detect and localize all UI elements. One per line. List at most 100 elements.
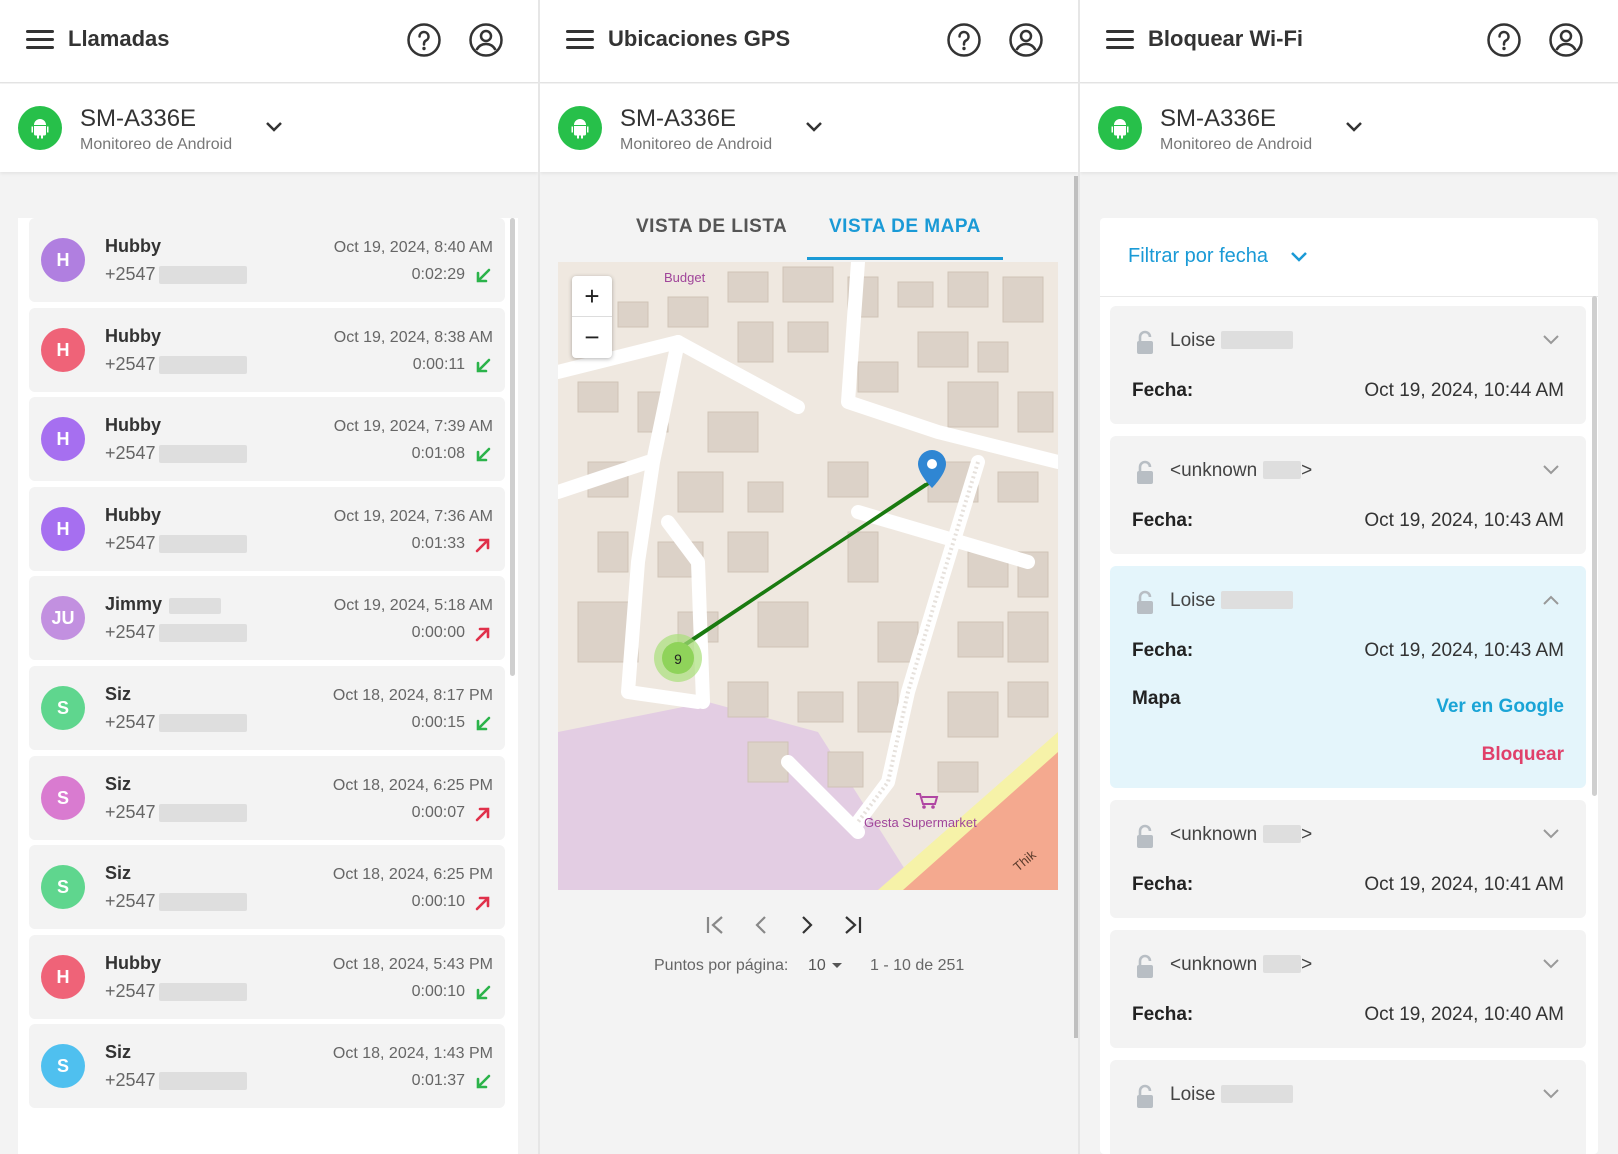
wifi-network-item[interactable]: <unknown > Fecha: Oct 19, 2024, 10:43 AM: [1110, 436, 1586, 554]
call-duration: 0:01:08: [411, 445, 465, 463]
zoom-in-button[interactable]: +: [572, 276, 612, 317]
incoming-call-icon: [476, 358, 491, 372]
avatar: S: [41, 865, 85, 910]
call-row[interactable]: JU Jimmy +2547 Oct 19, 2024, 5:18 AM 0:00:00: [29, 576, 505, 661]
points-per-page-select[interactable]: 10: [808, 957, 844, 975]
device-selector[interactable]: SM-A336E Monitoreo de Android: [0, 84, 538, 172]
map-label-budget: Budget: [664, 270, 706, 285]
call-row[interactable]: S Siz +2547 Oct 18, 2024, 6:25 PM 0:00:10: [29, 845, 505, 930]
chevron-down-icon[interactable]: [1542, 464, 1560, 476]
chevron-down-icon[interactable]: [1542, 1088, 1560, 1100]
call-duration: 0:00:10: [411, 893, 465, 911]
account-icon[interactable]: [1008, 22, 1044, 58]
avatar: H: [41, 327, 85, 372]
account-icon[interactable]: [1548, 22, 1584, 58]
avatar: S: [41, 1044, 85, 1089]
redacted-blur: [159, 624, 247, 643]
tab-list-view[interactable]: VISTA DE LISTA: [636, 216, 787, 238]
help-icon[interactable]: [1486, 22, 1522, 58]
app-bar: Ubicaciones GPS: [540, 0, 1078, 83]
date-label: Fecha:: [1132, 874, 1194, 895]
call-row[interactable]: S Siz +2547 Oct 18, 2024, 8:17 PM 0:00:15: [29, 666, 505, 750]
chevron-down-icon[interactable]: [1344, 120, 1364, 134]
next-page-icon[interactable]: [792, 910, 822, 940]
call-row[interactable]: H Hubby +2547 Oct 19, 2024, 7:36 AM 0:01:33: [29, 486, 505, 571]
call-duration: 0:02:29: [411, 266, 465, 283]
call-date: Oct 18, 2024, 6:25 PM: [332, 866, 493, 884]
contact-name: Hubby: [105, 415, 161, 436]
previous-page-icon[interactable]: [746, 910, 776, 940]
tab-map-view[interactable]: VISTA DE MAPA: [829, 216, 981, 238]
call-duration: 0:01:33: [411, 534, 465, 552]
wifi-network-item[interactable]: Loise Fecha: Oct 19, 2024, 10:43 AM Mapa Ver…: [1110, 566, 1586, 788]
chevron-up-icon[interactable]: [1542, 594, 1560, 606]
network-name: Loise: [1170, 588, 1294, 612]
avatar: H: [41, 954, 85, 999]
call-date: Oct 19, 2024, 7:36 AM: [333, 507, 493, 525]
chevron-down-icon[interactable]: [1542, 828, 1560, 840]
wifi-panel: Bloquear Wi-Fi SM-A336E Monitoreo de And…: [1080, 0, 1618, 1154]
wifi-network-item[interactable]: Loise: [1110, 1060, 1586, 1154]
call-row[interactable]: H Hubby +2547 Oct 18, 2024, 5:43 PM 0:00:10: [29, 934, 505, 1019]
avatar: H: [41, 238, 85, 282]
view-in-google-link[interactable]: Ver en Google: [1436, 696, 1564, 718]
account-icon[interactable]: [468, 22, 504, 58]
call-row[interactable]: S Siz +2547 Oct 18, 2024, 1:43 PM 0:01:37: [29, 1024, 505, 1109]
phone-number: +2547: [105, 891, 156, 912]
help-icon[interactable]: [406, 22, 442, 58]
wifi-network-item[interactable]: <unknown > Fecha: Oct 19, 2024, 10:40 AM: [1110, 930, 1586, 1048]
date-value: Oct 19, 2024, 10:43 AM: [1364, 510, 1564, 531]
first-page-icon[interactable]: [700, 910, 730, 940]
redacted-blur: [1263, 955, 1302, 973]
map-label-supermarket: Gesta Supermarket: [864, 815, 977, 830]
contact-name: Siz: [105, 863, 132, 884]
device-selector[interactable]: SM-A336E Monitoreo de Android: [540, 84, 1078, 172]
incoming-call-icon: [476, 447, 491, 462]
menu-icon[interactable]: [1106, 30, 1134, 52]
android-icon: [1098, 106, 1142, 150]
wifi-network-item[interactable]: Loise Fecha: Oct 19, 2024, 10:44 AM: [1110, 306, 1586, 424]
filter-by-date-button[interactable]: Filtrar por fecha: [1128, 245, 1268, 268]
call-row[interactable]: H Hubby +2547 Oct 19, 2024, 8:38 AM 0:00:11: [29, 307, 505, 392]
page-range: 1 - 10 de 251: [870, 957, 965, 974]
date-label: Fecha:: [1132, 510, 1194, 531]
contact-name: Hubby: [105, 952, 161, 973]
avatar: H: [41, 506, 85, 551]
redacted-blur: [159, 266, 247, 284]
chevron-down-icon[interactable]: [1542, 958, 1560, 970]
help-icon[interactable]: [946, 22, 982, 58]
redacted-blur: [169, 598, 221, 615]
phone-number: +2547: [105, 353, 156, 374]
device-selector[interactable]: SM-A336E Monitoreo de Android: [1080, 84, 1618, 172]
map-view[interactable]: 9 Budget Gesta Supermarket Thik + −: [558, 262, 1058, 890]
call-duration: 0:00:00: [411, 624, 465, 642]
page-title: Llamadas: [68, 26, 170, 51]
menu-icon[interactable]: [26, 30, 54, 52]
redacted-blur: [159, 803, 247, 822]
wifi-network-item[interactable]: <unknown > Fecha: Oct 19, 2024, 10:41 AM: [1110, 800, 1586, 918]
chevron-down-icon[interactable]: [264, 120, 284, 134]
scrollbar[interactable]: [510, 218, 515, 676]
chevron-down-icon[interactable]: [1290, 250, 1308, 264]
map-canvas[interactable]: 9 Budget Gesta Supermarket Thik: [558, 262, 1058, 890]
redacted-blur: [1263, 461, 1302, 479]
scrollbar[interactable]: [1592, 296, 1597, 796]
chevron-down-icon[interactable]: [1542, 334, 1560, 346]
chevron-down-icon[interactable]: [804, 120, 824, 134]
menu-icon[interactable]: [566, 30, 594, 52]
block-button[interactable]: Bloquear: [1482, 744, 1564, 766]
call-duration: 0:00:11: [412, 355, 465, 373]
page-title: Ubicaciones GPS: [608, 26, 791, 51]
phone-number: +2547: [105, 532, 156, 553]
incoming-call-icon: [476, 268, 491, 283]
network-name-text: <unknown: [1170, 824, 1258, 845]
call-row[interactable]: H Hubby +2547 Oct 19, 2024, 8:40 AM 0:02:29: [29, 218, 505, 302]
zoom-out-button[interactable]: −: [572, 317, 612, 358]
contact-name: Hubby: [105, 504, 161, 525]
network-name-suffix: >: [1301, 460, 1313, 481]
last-page-icon[interactable]: [838, 910, 868, 940]
unlock-icon: [1137, 590, 1153, 614]
call-row[interactable]: S Siz +2547 Oct 18, 2024, 6:25 PM 0:00:07: [29, 755, 505, 840]
call-row[interactable]: H Hubby +2547 Oct 19, 2024, 7:39 AM 0:01:08: [29, 397, 505, 482]
date-label: Fecha:: [1132, 380, 1194, 401]
